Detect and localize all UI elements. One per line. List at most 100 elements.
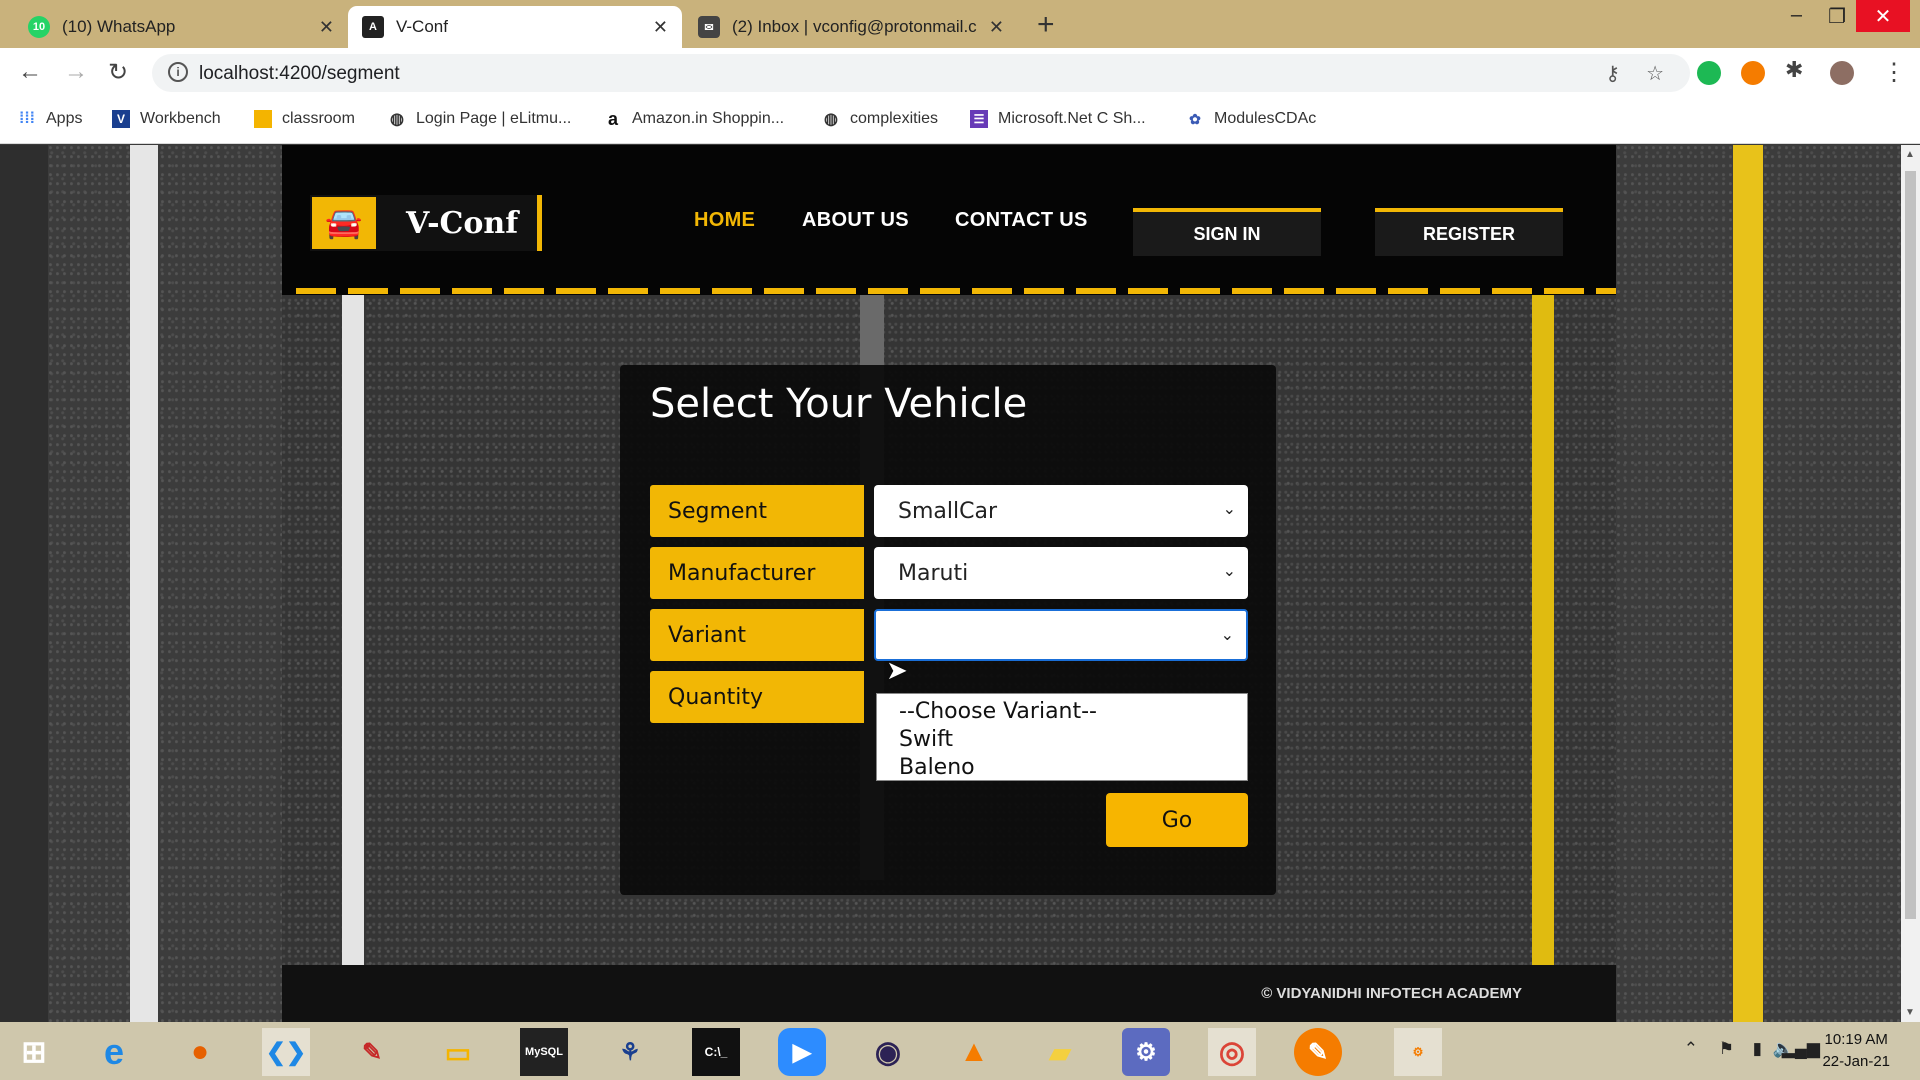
- go-button[interactable]: Go: [1106, 793, 1248, 847]
- manufacturer-select[interactable]: Maruti ⌄: [874, 547, 1248, 599]
- classroom-icon: [254, 110, 272, 128]
- tab-bar: 10 (10) WhatsApp ✕ A V-Conf ✕ ✉ (2) Inbo…: [0, 0, 1920, 48]
- back-button[interactable]: ←: [18, 58, 42, 86]
- navigation-bar: ← → ↻ i localhost:4200/segment ☆ ⚷ ✱ ⋮: [0, 48, 1920, 98]
- star-icon[interactable]: ☆: [1646, 61, 1664, 86]
- nav-about[interactable]: ABOUT US: [802, 209, 909, 232]
- bookmark-amazon[interactable]: a Amazon.in Shoppin...: [604, 109, 784, 129]
- bookmark-apps[interactable]: ⁞⁞⁞ Apps: [18, 110, 82, 128]
- bookmarks-bar: ⁞⁞⁞ Apps V Workbench classroom ◍ Login P…: [0, 98, 1920, 144]
- info-icon[interactable]: i: [168, 62, 188, 82]
- variant-option[interactable]: Swift: [899, 726, 1247, 754]
- bookmark-label: Workbench: [140, 110, 221, 127]
- site-container: 🚘 V-Conf HOME ABOUT US CONTACT US SIGN I…: [282, 145, 1616, 1022]
- globe-icon: ◍: [824, 111, 838, 128]
- manufacturer-value: Maruti: [898, 560, 969, 586]
- mysql-shell-icon[interactable]: MySQL: [520, 1028, 568, 1076]
- mysql-workbench-icon[interactable]: ⚘: [606, 1028, 654, 1076]
- bookmark-label: Login Page | eLitmu...: [416, 110, 572, 127]
- avatar[interactable]: [1830, 61, 1854, 85]
- clock-date: 22-Jan-21: [1822, 1053, 1890, 1070]
- chrome-icon[interactable]: ◎: [1208, 1028, 1256, 1076]
- scrollbar-thumb[interactable]: [1905, 171, 1916, 919]
- vscode-icon[interactable]: ❮❯: [262, 1028, 310, 1076]
- nav-home[interactable]: HOME: [694, 209, 755, 232]
- battery-icon[interactable]: ▮: [1753, 1039, 1762, 1059]
- tab-protonmail[interactable]: ✉ (2) Inbox | vconfig@protonmail.c ✕: [684, 6, 1018, 48]
- address-bar[interactable]: i localhost:4200/segment ☆ ⚷: [152, 54, 1690, 92]
- bookmark-workbench[interactable]: V Workbench: [112, 110, 221, 128]
- postman-icon[interactable]: ✎: [1294, 1028, 1342, 1076]
- close-icon[interactable]: ✕: [653, 17, 668, 38]
- grammarly-icon[interactable]: [1697, 61, 1721, 85]
- tray-chevron-icon[interactable]: ⌃: [1684, 1039, 1698, 1059]
- forward-button[interactable]: →: [64, 58, 88, 86]
- chevron-down-icon: ⌄: [1222, 561, 1236, 580]
- terminal-icon[interactable]: C:\_: [692, 1028, 740, 1076]
- window-close-button[interactable]: ✕: [1856, 0, 1910, 32]
- flag-icon[interactable]: ⚑: [1719, 1039, 1734, 1059]
- tab-vconf[interactable]: A V-Conf ✕: [348, 6, 682, 48]
- close-icon[interactable]: ✕: [319, 17, 334, 38]
- site-footer: © VIDYANIDHI INFOTECH ACADEMY: [282, 965, 1616, 1022]
- key-icon[interactable]: ⚷: [1605, 61, 1620, 86]
- new-tab-button[interactable]: +: [1037, 8, 1055, 42]
- internet-explorer-icon[interactable]: e: [90, 1028, 138, 1076]
- bookmark-complexities[interactable]: ◍ complexities: [822, 110, 938, 128]
- variant-select[interactable]: ⌄: [874, 609, 1248, 661]
- variant-option[interactable]: Baleno: [899, 754, 1247, 782]
- system-clock[interactable]: 10:19 AM 22-Jan-21: [1822, 1029, 1890, 1073]
- vehicle-form-card: Select Your Vehicle Segment SmallCar ⌄ M…: [620, 365, 1276, 895]
- variant-label: Variant: [650, 609, 864, 661]
- taskbar: ⊞ e ● ❮❯ ✎ ▭ MySQL ⚘ C:\_ ▶ ◉ ▲ ▰ ⚙ ◎ ✎ …: [0, 1022, 1920, 1080]
- file-explorer-icon[interactable]: ▭: [434, 1028, 482, 1076]
- variant-option[interactable]: --Choose Variant--: [899, 698, 1247, 726]
- bookmark-label: ModulesCDAc: [1214, 110, 1317, 127]
- scroll-up-icon[interactable]: ▲: [1905, 149, 1915, 160]
- bookmark-microsoft-net[interactable]: ☰ Microsoft.Net C Sh...: [970, 110, 1146, 128]
- puzzle-icon[interactable]: ✱: [1785, 57, 1803, 83]
- java-ee-ide-icon[interactable]: ⚙: [1394, 1028, 1442, 1076]
- url-text[interactable]: localhost:4200/segment: [199, 63, 400, 85]
- extension-icon[interactable]: [1741, 61, 1765, 85]
- restore-button[interactable]: ❐: [1828, 4, 1846, 29]
- bookmark-elitmus[interactable]: ◍ Login Page | eLitmu...: [388, 110, 571, 128]
- sticky-notes-icon[interactable]: ▰: [1036, 1028, 1084, 1076]
- site-logo[interactable]: 🚘 V-Conf: [310, 195, 542, 251]
- firefox-icon[interactable]: ●: [176, 1028, 224, 1076]
- nav-contact[interactable]: CONTACT US: [955, 209, 1088, 232]
- hazard-stripe: [296, 288, 1616, 294]
- whatsapp-icon: 10: [28, 16, 50, 38]
- tab-label: (2) Inbox | vconfig@protonmail.c: [732, 17, 977, 36]
- tab-whatsapp[interactable]: 10 (10) WhatsApp ✕: [14, 6, 348, 48]
- bookmark-classroom[interactable]: classroom: [254, 110, 355, 128]
- road-yellow-line: [1532, 295, 1554, 965]
- minimize-button[interactable]: –: [1791, 4, 1802, 27]
- footer-copyright: © VIDYANIDHI INFOTECH ACADEMY: [1261, 985, 1522, 1002]
- bookmark-modulescdac[interactable]: ✿ ModulesCDAc: [1186, 110, 1316, 128]
- car-icon: 🚘: [312, 197, 376, 249]
- scroll-down-icon[interactable]: ▼: [1905, 1007, 1915, 1018]
- segment-select[interactable]: SmallCar ⌄: [874, 485, 1248, 537]
- quantity-label: Quantity: [650, 671, 864, 723]
- bookmark-label: Apps: [46, 110, 83, 127]
- angular-icon: A: [362, 16, 384, 38]
- menu-icon[interactable]: ⋮: [1882, 58, 1906, 87]
- settings-icon[interactable]: ⚙: [1122, 1028, 1170, 1076]
- eclipse-icon[interactable]: ◉: [864, 1028, 912, 1076]
- apps-grid-icon: ⁞⁞⁞: [19, 110, 35, 127]
- paint-icon[interactable]: ✎: [348, 1028, 396, 1076]
- zoom-icon[interactable]: ▶: [778, 1028, 826, 1076]
- sign-in-button[interactable]: SIGN IN: [1133, 208, 1321, 256]
- mouse-cursor-icon: ➤: [886, 655, 908, 685]
- windows-start-icon[interactable]: ⊞: [10, 1028, 58, 1076]
- network-icon[interactable]: ▂▄▆: [1782, 1039, 1820, 1059]
- page-viewport: 🚘 V-Conf HOME ABOUT US CONTACT US SIGN I…: [0, 145, 1920, 1022]
- close-icon[interactable]: ✕: [989, 17, 1004, 38]
- chevron-down-icon: ⌄: [1220, 625, 1234, 644]
- register-button[interactable]: REGISTER: [1375, 208, 1563, 256]
- scrollbar[interactable]: ▲ ▼: [1901, 145, 1920, 1022]
- vlc-icon[interactable]: ▲: [950, 1028, 998, 1076]
- reload-button[interactable]: ↻: [108, 58, 128, 87]
- chevron-down-icon: ⌄: [1222, 499, 1236, 518]
